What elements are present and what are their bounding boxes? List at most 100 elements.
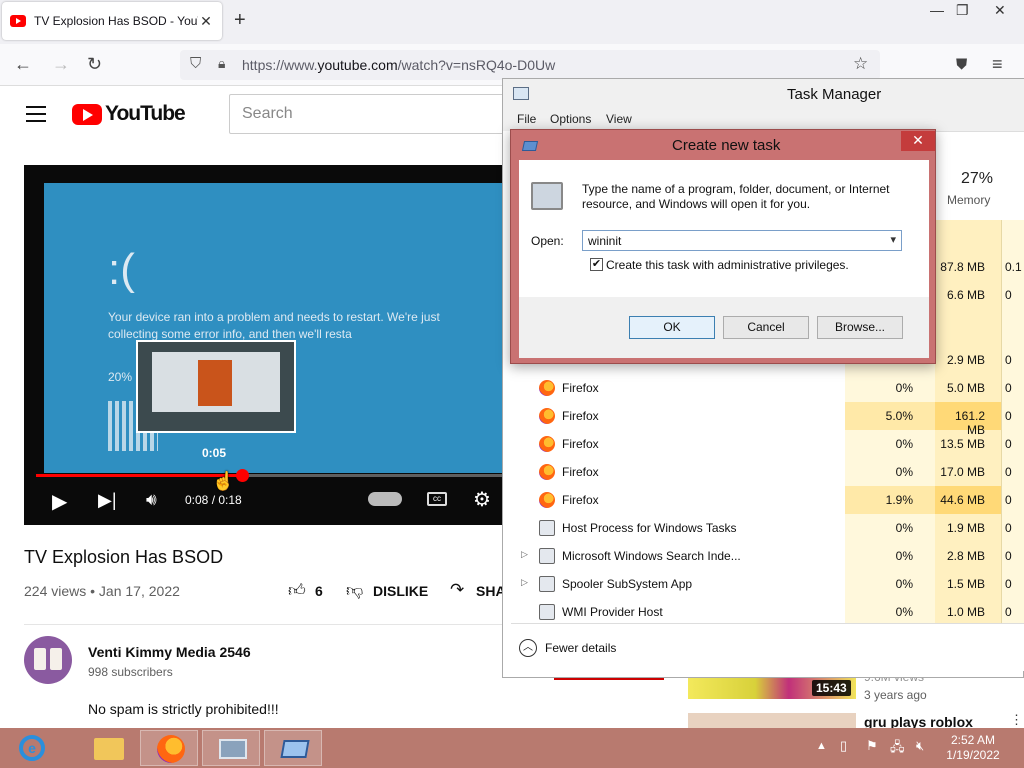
browse-button[interactable]: Browse... [817,316,903,339]
task-manager-icon [513,87,529,100]
menu-file[interactable]: File [517,112,536,126]
network-icon[interactable]: 🖧 [890,738,905,760]
share-icon[interactable]: ↷ [450,580,464,600]
firefox-icon [157,735,185,763]
captions-icon[interactable]: cc [427,492,447,506]
ok-button[interactable]: OK [629,316,715,339]
table-row[interactable]: Firefox 1.9% 44.6 MB 0 [511,486,1024,514]
youtube-favicon-icon [10,15,26,27]
firefox-icon [539,436,555,452]
forward-icon[interactable]: → [52,54,70,75]
cancel-button[interactable]: Cancel [723,316,809,339]
flag-icon[interactable]: ⚑ [866,738,878,754]
url-bar[interactable]: ⛉ 🔒︎ https://www.youtube.com/watch?v=nsR… [180,50,880,80]
reload-icon[interactable]: ↻ [87,54,102,75]
taskbar-run-dialog[interactable] [264,730,322,766]
process-cpu: 0% [895,577,913,591]
process-memory: 17.0 MB [940,465,985,479]
fewer-details-link[interactable]: Fewer details [545,641,616,655]
restore-icon[interactable]: ❐ [956,2,969,19]
column-header-memory[interactable]: Memory [947,193,990,207]
bookmark-star-icon[interactable]: ☆ [853,54,868,74]
table-row[interactable]: ▷ Microsoft Windows Search Inde... 0% 2.8 M… [511,542,1024,570]
menu-options[interactable]: Options [550,112,591,126]
dialog-title: Create new task [672,137,781,154]
browser-tab-youtube[interactable]: TV Explosion Has BSOD - YouTu ✕ [2,2,222,40]
dislike-button[interactable]: DISLIKE [373,583,428,599]
volume-muted-icon[interactable]: 🔇︎ [916,738,924,754]
table-row[interactable]: WMI Provider Host 0% 1.0 MB 0 [511,598,1024,626]
settings-gear-icon[interactable]: ⚙ [473,487,491,512]
table-row[interactable]: Firefox 0% 5.0 MB 0 [511,374,1024,402]
admin-privileges-checkbox[interactable]: ✔ [590,258,603,271]
menu-view[interactable]: View [606,112,632,126]
process-memory: 1.5 MB [946,577,985,591]
channel-name[interactable]: Venti Kimmy Media 2546 [88,644,251,660]
video-player[interactable]: :( Your device ran into a problem and ne… [24,165,504,525]
taskbar-firefox[interactable] [140,730,198,766]
back-icon[interactable]: ← [14,54,32,75]
next-video-icon[interactable]: ▶| [98,490,117,511]
process-name: Firefox [562,493,599,507]
progress-bar[interactable] [36,469,504,482]
window-icon [539,604,555,620]
taskbar-task-manager[interactable] [202,730,260,766]
firefox-icon [539,380,555,396]
minimize-icon[interactable]: — [930,2,944,18]
new-tab-button[interactable]: + [234,9,246,32]
youtube-logo[interactable]: YouTube [72,102,186,126]
row-disk: 0.1 [1005,260,1022,274]
autoplay-toggle[interactable] [368,492,402,506]
table-row[interactable]: Firefox 0% 13.5 MB 0 [511,430,1024,458]
play-icon[interactable]: ▶ [52,489,67,514]
pocket-icon[interactable]: ⛊ [956,56,967,73]
open-input[interactable]: wininit [588,234,621,248]
recommended-thumbnail[interactable] [688,713,856,728]
menu-icon[interactable]: ≡ [992,54,1003,75]
volume-icon[interactable]: 🔊︎ [146,490,157,510]
row-disk: 0 [1005,288,1012,302]
table-row[interactable]: Host Process for Windows Tasks 0% 1.9 MB 0 [511,514,1024,542]
show-hidden-icons[interactable]: ▲ [816,740,827,752]
dialog-content: Type the name of a program, folder, docu… [519,160,929,297]
like-count[interactable]: 6 [315,583,323,599]
task-manager-titlebar[interactable]: Task Manager [503,79,1024,109]
chevron-up-icon[interactable]: ︿ [519,639,537,657]
taskbar-file-explorer[interactable] [78,730,136,766]
internet-explorer-icon: e [19,735,45,761]
tracking-shield-icon[interactable]: ⛉ [190,55,201,72]
bsod-percent: 20% [108,370,133,384]
search-input[interactable]: Search [229,94,519,134]
window-close-icon[interactable]: ✕ [994,2,1006,19]
table-row[interactable]: Firefox 5.0% 161.2 MB 0 [511,402,1024,437]
open-combobox[interactable]: wininit ▾ [582,230,902,251]
process-disk: 0 [1005,437,1012,451]
process-cpu: 0% [895,437,913,451]
task-manager-footer: ︿ Fewer details [511,623,1024,671]
process-name: Firefox [562,381,599,395]
more-options-icon[interactable]: ⋮ [1010,712,1023,728]
process-cpu: 0% [895,465,913,479]
taskbar-internet-explorer[interactable]: e [16,730,74,766]
process-memory: 5.0 MB [946,381,985,395]
tab-close-icon[interactable]: ✕ [198,13,214,30]
dialog-close-button[interactable]: ✕ [901,131,935,151]
process-disk: 0 [1005,465,1012,479]
like-thumb-icon[interactable]: 👍︎ [288,580,306,601]
channel-avatar[interactable] [24,636,72,684]
dislike-thumb-icon[interactable]: 👎︎ [346,580,363,601]
table-row[interactable]: ▷ Spooler SubSystem App 0% 1.5 MB 0 [511,570,1024,598]
chevron-down-icon[interactable]: ▾ [890,233,896,246]
admin-privileges-label[interactable]: Create this task with administrative pri… [606,258,849,272]
expand-arrow-icon[interactable]: ▷ [521,577,528,588]
hamburger-menu-icon[interactable] [26,106,46,127]
progress-scrubber[interactable] [235,469,249,482]
table-row[interactable]: Firefox 0% 17.0 MB 0 [511,458,1024,486]
expand-arrow-icon[interactable]: ▷ [521,549,528,560]
process-disk: 0 [1005,409,1012,423]
lock-icon[interactable]: 🔒︎ [218,55,225,72]
action-center-icon[interactable]: ▯ [840,738,847,754]
process-memory: 1.0 MB [946,605,985,619]
system-clock[interactable]: 2:52 AM 1/19/2022 [942,733,1004,763]
process-name: Firefox [562,465,599,479]
